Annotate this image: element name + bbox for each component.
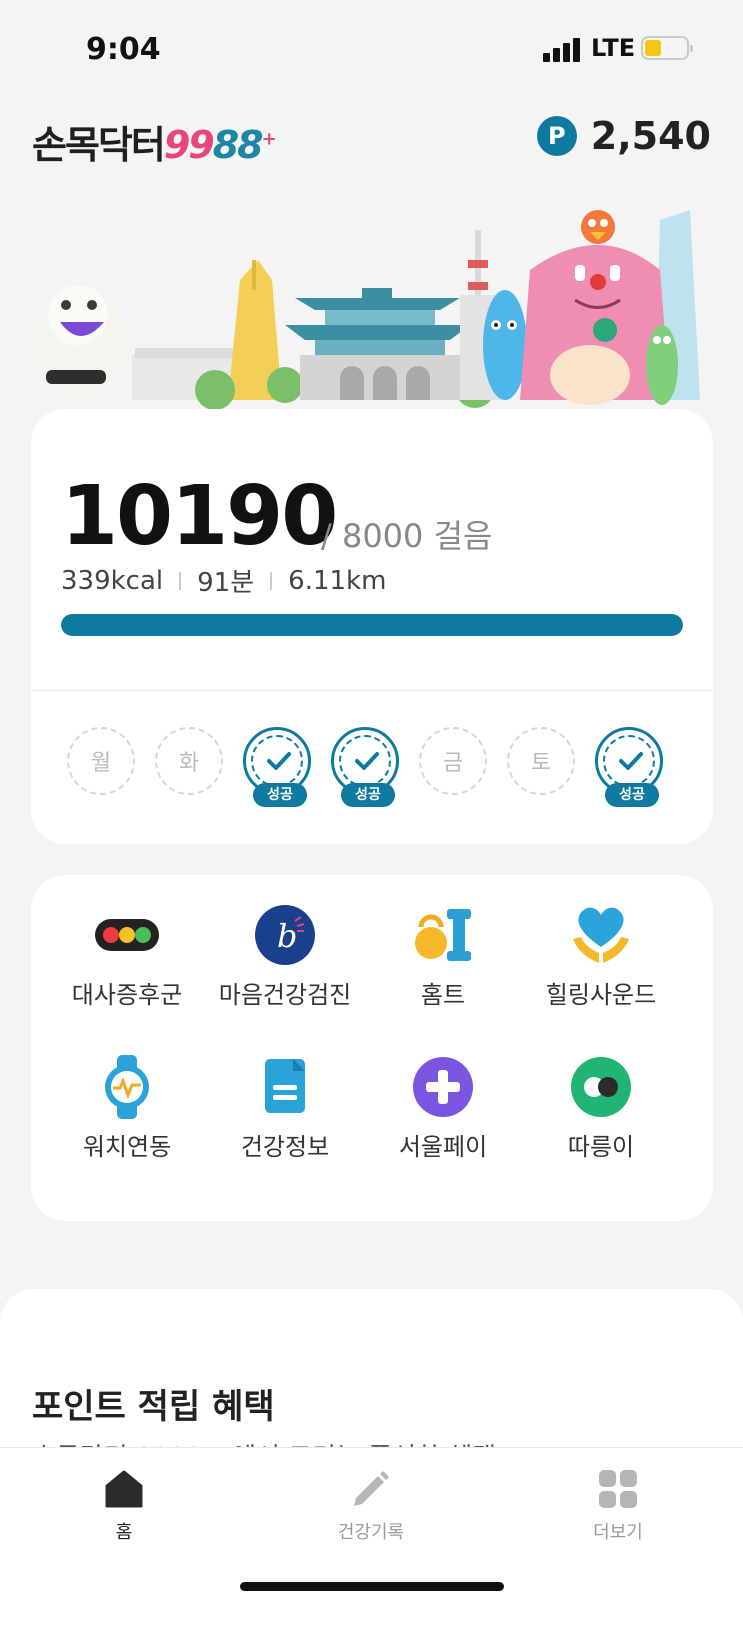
mind-check-icon: b bbox=[253, 903, 317, 967]
menu-label: 워치연동 bbox=[82, 1133, 172, 1161]
signal-icon bbox=[543, 38, 581, 62]
day-circle: 금 bbox=[419, 727, 487, 795]
menu-ddareungi[interactable]: 따릉이 bbox=[521, 1055, 681, 1162]
bike-share-icon bbox=[569, 1055, 633, 1119]
day-circle: 월 bbox=[67, 727, 135, 795]
check-icon bbox=[355, 752, 379, 770]
traffic-light-icon bbox=[95, 903, 159, 967]
menu-label: 따릉이 bbox=[567, 1133, 635, 1161]
tab-health-records[interactable]: 건강기록 bbox=[291, 1468, 451, 1544]
home-icon bbox=[103, 1468, 145, 1510]
menu-health-info[interactable]: 건강정보 bbox=[205, 1055, 365, 1162]
success-tag: 성공 bbox=[341, 783, 395, 807]
check-icon bbox=[267, 752, 291, 770]
home-indicator bbox=[240, 1582, 504, 1591]
success-tag: 성공 bbox=[253, 783, 307, 807]
network-label: LTE bbox=[591, 34, 636, 62]
points-display[interactable]: P 2,540 bbox=[536, 114, 711, 158]
tab-label: 홈 bbox=[115, 1522, 133, 1543]
menu-label: 건강정보 bbox=[240, 1133, 330, 1161]
activity-metrics: 339kcal 91분 6.11km bbox=[61, 562, 386, 599]
menu-metabolic-syndrome[interactable]: 대사증후군 bbox=[47, 903, 207, 1010]
svg-text:b: b bbox=[277, 917, 297, 955]
menu-seoul-pay[interactable]: 서울페이 bbox=[363, 1055, 523, 1162]
tab-more[interactable]: 더보기 bbox=[538, 1468, 698, 1544]
metric-divider bbox=[270, 571, 273, 590]
step-counter-card[interactable]: 10190 / 8000 걸음 339kcal 91분 6.11km 월 화성공 성… bbox=[31, 409, 713, 844]
document-icon bbox=[253, 1055, 317, 1119]
points-value: 2,540 bbox=[590, 114, 711, 158]
seoul-mascots-illustration bbox=[32, 210, 700, 410]
status-time: 9:04 bbox=[86, 32, 161, 67]
battery-icon bbox=[641, 36, 693, 60]
tab-label: 더보기 bbox=[593, 1522, 643, 1543]
seoul-pay-icon bbox=[411, 1055, 475, 1119]
pencil-icon bbox=[350, 1468, 392, 1510]
tab-home[interactable]: 홈 bbox=[44, 1468, 204, 1544]
day-circle: 화 bbox=[155, 727, 223, 795]
check-icon bbox=[619, 752, 643, 770]
step-progress-bar bbox=[61, 614, 683, 636]
distance-value: 6.11km bbox=[288, 565, 387, 596]
menu-mind-check[interactable]: b 마음건강검진 bbox=[205, 903, 365, 1010]
step-progress-fill bbox=[61, 614, 683, 636]
smartwatch-icon bbox=[95, 1055, 159, 1119]
menu-label: 대사증후군 bbox=[71, 981, 183, 1009]
day-success-badge: 성공 bbox=[243, 727, 311, 807]
day-circle: 토 bbox=[507, 727, 575, 795]
benefits-title: 포인트 적립 혜택 bbox=[32, 1387, 275, 1427]
weekly-status: 월 화성공 성공 금 토성공 bbox=[67, 727, 687, 817]
menu-label: 홈트 bbox=[420, 981, 466, 1009]
point-icon: P bbox=[536, 116, 577, 156]
step-goal: / 8000 걸음 bbox=[321, 517, 493, 555]
menu-label: 힐링사운드 bbox=[545, 981, 657, 1009]
step-count: 10190 bbox=[61, 469, 338, 564]
kettlebell-icon bbox=[411, 903, 475, 967]
menu-home-training[interactable]: 홈트 bbox=[363, 903, 523, 1010]
grid-icon bbox=[597, 1468, 639, 1510]
menu-healing-sound[interactable]: 힐링사운드 bbox=[521, 903, 681, 1010]
app-logo: 손목닥터9988+ bbox=[32, 123, 277, 167]
heart-hands-icon bbox=[569, 903, 633, 967]
minutes-value: 91분 bbox=[197, 568, 255, 598]
menu-label: 서울페이 bbox=[398, 1133, 488, 1161]
quick-menu-card: 대사증후군 b 마음건강검진 홈트 힐링사운드 워치연동 건강정보 서울페이 따… bbox=[31, 875, 713, 1221]
day-success-badge: 성공 bbox=[595, 727, 663, 807]
menu-label: 마음건강검진 bbox=[218, 981, 352, 1009]
card-divider bbox=[31, 690, 713, 691]
calories-value: 339kcal bbox=[61, 565, 164, 596]
status-bar: 9:04 LTE bbox=[0, 0, 743, 90]
success-tag: 성공 bbox=[605, 783, 659, 807]
tab-label: 건강기록 bbox=[337, 1522, 405, 1543]
day-success-badge: 성공 bbox=[331, 727, 399, 807]
menu-watch-sync[interactable]: 워치연동 bbox=[47, 1055, 207, 1162]
metric-divider bbox=[179, 571, 182, 590]
